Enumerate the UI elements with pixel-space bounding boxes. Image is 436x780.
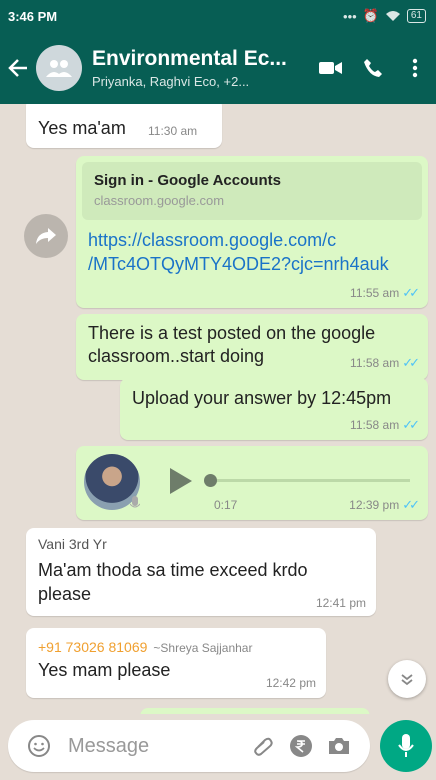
chat-participants: Priyanka, Raghvi Eco, +2... [92, 74, 250, 89]
link-preview-card[interactable]: Sign in - Google Accounts classroom.goog… [82, 162, 422, 220]
battery-icon: 61 [406, 9, 426, 23]
message-link[interactable]: https://classroom.google.com/c /MTc4OTQy… [76, 220, 428, 276]
message-input[interactable] [68, 734, 244, 758]
forward-icon[interactable] [24, 214, 68, 258]
message-bubble-partial[interactable] [140, 708, 370, 714]
camera-icon[interactable] [320, 726, 358, 766]
message-bubble[interactable]: There is a test posted on the google cla… [76, 314, 428, 380]
video-call-icon[interactable] [310, 32, 352, 104]
back-arrow-icon[interactable] [0, 32, 36, 104]
message-bubble[interactable]: Upload your answer by 12:45pm 11:58 am ✓✓ [120, 378, 428, 440]
message-text-line: There is a test posted on the google [88, 323, 376, 343]
link-preview-domain: classroom.google.com [94, 193, 225, 208]
message-bubble-link[interactable]: Sign in - Google Accounts classroom.goog… [76, 156, 428, 308]
status-time: 3:46 PM [8, 8, 58, 24]
play-icon[interactable] [168, 466, 194, 496]
more-options-icon[interactable] [394, 32, 436, 104]
message-time: 11:55 am [350, 286, 400, 300]
message-text: There is a test posted on the google cla… [88, 322, 375, 368]
sender-alias: ~Shreya Sajjanhar [153, 641, 253, 655]
audio-progress-track[interactable] [210, 479, 410, 482]
message-time: 12:42 pm [265, 676, 316, 690]
voice-message-bubble[interactable]: 0:17 12:39 pm ✓✓ [76, 446, 428, 520]
audio-progress-handle[interactable] [204, 474, 217, 487]
rupee-payment-icon[interactable] [282, 726, 320, 766]
message-list[interactable]: Yes ma'am 11:30 am Sign in - Google Acco… [0, 104, 436, 714]
message-time: 11:58 am [350, 356, 400, 370]
mic-icon[interactable] [380, 720, 432, 772]
more-dots-icon: ••• [343, 8, 357, 24]
chat-title-area[interactable]: Environmental Ec... Priyanka, Raghvi Eco… [92, 47, 310, 89]
read-ticks-icon: ✓✓ [402, 355, 420, 370]
audio-duration: 0:17 [214, 498, 238, 512]
message-meta: 12:39 pm ✓✓ [349, 493, 420, 514]
scroll-down-icon[interactable] [388, 660, 426, 698]
emoji-icon[interactable] [20, 726, 58, 766]
message-meta: 11:58 am ✓✓ [350, 413, 420, 434]
read-ticks-icon: ✓✓ [402, 285, 420, 300]
mic-icon [130, 496, 140, 508]
status-icons: ••• ⏰ 61 [343, 8, 426, 24]
message-text-line: classroom..start doing [88, 346, 265, 366]
status-bar: 3:46 PM ••• ⏰ 61 [0, 0, 436, 32]
link-line-2: /MTc4OTQyMTY4ODE2?cjc=nrh4auk [88, 254, 389, 274]
message-text: Upload your answer by 12:45pm [132, 388, 392, 408]
message-meta: 11:58 am ✓✓ [350, 351, 420, 372]
sender-name: Vani 3rd Yr [38, 536, 107, 552]
message-time: 12:41 pm [315, 596, 366, 610]
message-time: 11:58 am [350, 418, 400, 432]
chat-title: Environmental Ec... [92, 47, 287, 70]
message-bubble[interactable]: Vani 3rd Yr Ma'am thoda sa time exceed k… [26, 528, 376, 616]
chat-header: Environmental Ec... Priyanka, Raghvi Eco… [0, 32, 436, 104]
group-avatar-icon[interactable] [36, 45, 82, 91]
wifi-icon [385, 11, 400, 21]
message-text-line: Ma'am thoda sa time exceed krdo [38, 560, 308, 580]
read-ticks-icon: ✓✓ [402, 497, 420, 512]
sender-phone[interactable]: +91 73026 81069 [38, 639, 147, 655]
message-bubble[interactable]: +91 73026 81069 ~Shreya Sajjanhar Yes mam… [26, 628, 326, 698]
message-text: Yes ma'am [38, 118, 126, 138]
message-text: Ma'am thoda sa time exceed krdo please [38, 558, 308, 606]
alarm-icon: ⏰ [362, 8, 379, 23]
message-time: 11:30 am [148, 124, 198, 138]
read-ticks-icon: ✓✓ [402, 417, 420, 432]
message-bubble[interactable]: Yes ma'am 11:30 am [26, 104, 222, 148]
sender-info: +91 73026 81069 ~Shreya Sajjanhar [38, 636, 252, 657]
link-preview-title: Sign in - Google Accounts [94, 172, 281, 189]
message-time: 12:39 pm [349, 498, 400, 512]
message-text-line: please [38, 584, 92, 604]
voice-call-icon[interactable] [352, 32, 394, 104]
link-line-1: https://classroom.google.com/c [88, 230, 337, 250]
attach-icon[interactable] [244, 726, 282, 766]
message-meta: 11:55 am ✓✓ [350, 281, 420, 302]
message-composer [8, 720, 370, 772]
message-text: Yes mam please [38, 660, 171, 680]
